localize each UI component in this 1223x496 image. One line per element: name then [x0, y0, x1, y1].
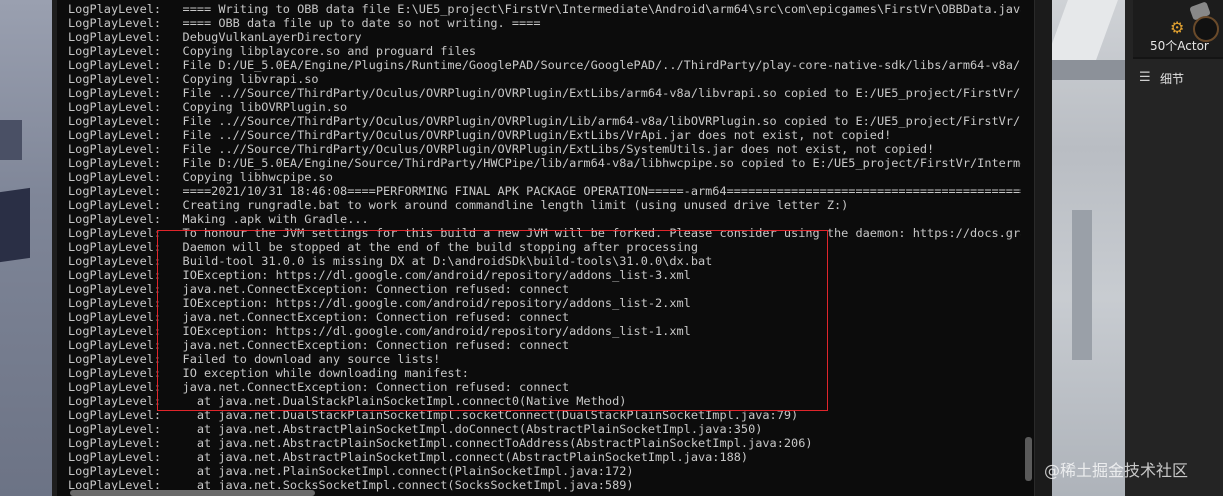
viewport-object: [0, 187, 30, 263]
log-line: LogPlayLevel: java.net.ConnectException:…: [68, 282, 570, 296]
log-line: LogPlayLevel: Creating rungradle.bat to …: [68, 198, 849, 212]
log-line: LogPlayLevel: IOException: https://dl.go…: [68, 268, 691, 282]
outliner-area: ⚙ 50个Actor: [1133, 0, 1223, 57]
viewport-object: [0, 120, 22, 160]
log-line: LogPlayLevel: at java.net.AbstractPlainS…: [68, 450, 749, 464]
tab-details-label: 细节: [1160, 72, 1185, 86]
log-line: LogPlayLevel: Build-tool 31.0.0 is missi…: [68, 254, 713, 268]
watermark: @稀土掘金技术社区: [1044, 461, 1189, 480]
log-line: LogPlayLevel: IOException: https://dl.go…: [68, 324, 691, 338]
log-line: LogPlayLevel: at java.net.AbstractPlainS…: [68, 436, 813, 450]
details-icon: ☰: [1139, 70, 1151, 85]
log-line: LogPlayLevel: java.net.ConnectException:…: [68, 380, 570, 394]
log-line: LogPlayLevel: File ..//Source/ThirdParty…: [68, 128, 892, 142]
log-line: LogPlayLevel: Making .apk with Gradle...: [68, 212, 369, 226]
log-line: LogPlayLevel: Copying libplaycore.so and…: [68, 44, 477, 58]
log-line: LogPlayLevel: java.net.ConnectException:…: [68, 310, 570, 324]
log-line: LogPlayLevel: File D:/UE_5.0EA/Engine/So…: [68, 156, 1049, 170]
log-line: LogPlayLevel: IOException: https://dl.go…: [68, 296, 691, 310]
right-viewport: [1052, 0, 1125, 496]
log-line: LogPlayLevel: at java.net.DualStackPlain…: [68, 408, 799, 422]
horizontal-scrollbar-thumb[interactable]: [70, 490, 315, 496]
panel-divider: [1133, 57, 1223, 59]
log-line: LogPlayLevel: at java.net.PlainSocketImp…: [68, 464, 634, 478]
viewport-object: [1052, 0, 1118, 60]
vertical-scrollbar-thumb[interactable]: [1025, 437, 1032, 481]
log-line: LogPlayLevel: IO exception while downloa…: [68, 366, 469, 380]
log-line: LogPlayLevel: Daemon will be stopped at …: [68, 240, 698, 254]
log-line: LogPlayLevel: ====2021/10/31 18:46:08===…: [68, 184, 1035, 198]
editor-side-panel: ⚙ 50个Actor ☰ 细节: [1125, 0, 1223, 496]
viewport-object: [1072, 210, 1092, 360]
log-line: LogPlayLevel: Copying libOVRPlugin.so: [68, 100, 348, 114]
log-line: LogPlayLevel: Copying libhwcpipe.so: [68, 170, 333, 184]
vertical-scrollbar[interactable]: [1021, 0, 1035, 496]
gear-icon[interactable]: ⚙: [1170, 18, 1184, 37]
log-line: LogPlayLevel: at java.net.DualStackPlain…: [68, 394, 627, 408]
log-line: LogPlayLevel: Copying libvrapi.so: [68, 72, 319, 86]
log-line: LogPlayLevel: java.net.ConnectException:…: [68, 338, 570, 352]
output-log-console[interactable]: LogPlayLevel: ==== Writing to OBB data f…: [57, 0, 1052, 496]
log-line: LogPlayLevel: File ..//Source/ThirdParty…: [68, 142, 935, 156]
log-line: LogPlayLevel: ==== OBB data file up to d…: [68, 16, 541, 30]
log-line: LogPlayLevel: at java.net.AbstractPlainS…: [68, 422, 763, 436]
tab-details[interactable]: ☰ 细节: [1133, 66, 1223, 88]
log-line: LogPlayLevel: Failed to download any sou…: [68, 352, 441, 366]
log-line: LogPlayLevel: ==== Writing to OBB data f…: [68, 2, 1049, 16]
viewport-object: [1052, 60, 1125, 80]
log-line: LogPlayLevel: To honour the JVM settings…: [68, 226, 1049, 240]
left-viewport: [0, 0, 57, 496]
actor-count-label: 50个Actor: [1150, 39, 1209, 53]
log-line: LogPlayLevel: File ..//Source/ThirdParty…: [68, 86, 1049, 100]
log-line: LogPlayLevel: File ..//Source/ThirdParty…: [68, 114, 1049, 128]
log-line: LogPlayLevel: DebugVulkanLayerDirectory: [68, 30, 362, 44]
log-lines: LogPlayLevel: ==== Writing to OBB data f…: [68, 2, 1049, 492]
log-line: LogPlayLevel: File D:/UE_5.0EA/Engine/Pl…: [68, 58, 1049, 72]
console-window-edge: [1034, 0, 1052, 496]
